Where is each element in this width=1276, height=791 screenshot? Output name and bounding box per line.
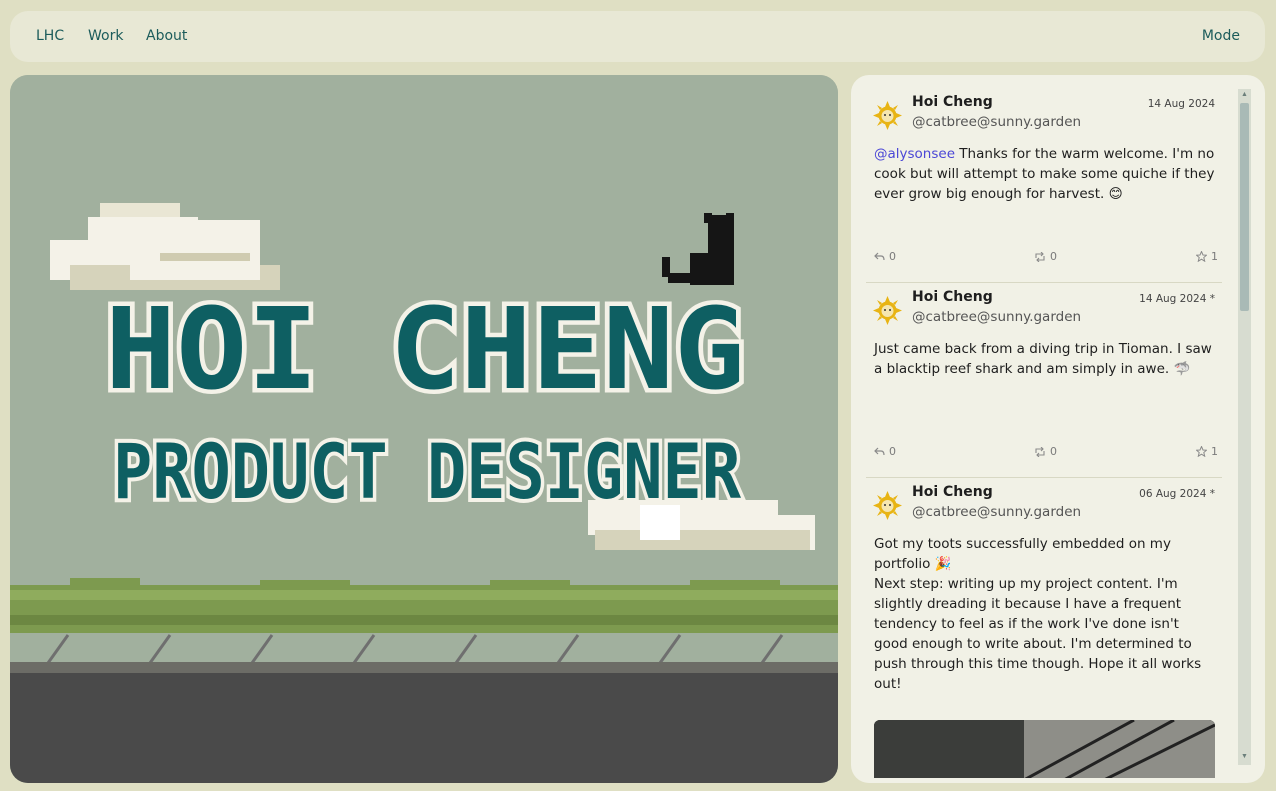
boost-count: 0 bbox=[1050, 445, 1057, 458]
top-nav: LHC Work About Mode bbox=[10, 11, 1265, 62]
mention-link[interactable]: @alysonsee bbox=[874, 146, 955, 162]
reply-count: 0 bbox=[889, 445, 896, 458]
author-name[interactable]: Hoi Cheng bbox=[912, 94, 993, 110]
reply-count: 0 bbox=[889, 250, 896, 263]
boost-count: 0 bbox=[1050, 250, 1057, 263]
favourite-button[interactable]: 1 bbox=[1196, 445, 1218, 458]
scrollbar-thumb[interactable] bbox=[1240, 103, 1249, 311]
reply-button[interactable]: 0 bbox=[874, 445, 896, 458]
hero-banner: HOI CHENG PRODUCT DESIGNER bbox=[10, 75, 838, 783]
hero-pixel-art: HOI CHENG PRODUCT DESIGNER bbox=[10, 75, 838, 783]
toot-content: Just came back from a diving trip in Tio… bbox=[874, 339, 1216, 379]
author-name[interactable]: Hoi Cheng bbox=[912, 289, 993, 305]
boost-button[interactable]: 0 bbox=[1034, 250, 1057, 263]
hero-name: HOI CHENG bbox=[105, 285, 745, 415]
toot-date[interactable]: 14 Aug 2024 * bbox=[1139, 293, 1215, 305]
author-handle[interactable]: @catbree@sunny.garden bbox=[912, 309, 1081, 325]
toot-date[interactable]: 14 Aug 2024 bbox=[1148, 98, 1215, 110]
toot-media-image[interactable] bbox=[874, 720, 1215, 778]
star-icon bbox=[1196, 251, 1207, 262]
toot-content: Got my toots successfully embedded on my… bbox=[874, 534, 1216, 694]
boost-icon bbox=[1035, 446, 1045, 457]
author-handle[interactable]: @catbree@sunny.garden bbox=[912, 114, 1081, 130]
author-handle[interactable]: @catbree@sunny.garden bbox=[912, 504, 1081, 520]
nav-work-link[interactable]: Work bbox=[88, 28, 123, 44]
favourite-button[interactable]: 1 bbox=[1196, 250, 1218, 263]
reply-icon bbox=[874, 447, 885, 456]
mode-toggle-button[interactable]: Mode bbox=[1202, 28, 1240, 44]
author-name[interactable]: Hoi Cheng bbox=[912, 484, 993, 500]
hero-role: PRODUCT DESIGNER bbox=[113, 427, 741, 516]
hedge bbox=[10, 578, 838, 633]
toot-text: Got my toots successfully embedded on my… bbox=[874, 536, 1202, 692]
reply-button[interactable]: 0 bbox=[874, 250, 896, 263]
favourite-count: 1 bbox=[1211, 445, 1218, 458]
toot-text: Just came back from a diving trip in Tio… bbox=[874, 341, 1212, 377]
feed-scroll-area[interactable]: Hoi Cheng @catbree@sunny.garden 14 Aug 2… bbox=[866, 88, 1222, 778]
scroll-up-arrow[interactable]: ▲ bbox=[1238, 89, 1251, 101]
toot-card: Hoi Cheng @catbree@sunny.garden 14 Aug 2… bbox=[866, 88, 1222, 283]
scroll-down-arrow[interactable]: ▼ bbox=[1238, 751, 1251, 763]
avatar[interactable] bbox=[873, 491, 902, 520]
reply-icon bbox=[874, 252, 885, 261]
nav-about-link[interactable]: About bbox=[146, 28, 187, 44]
avatar[interactable] bbox=[873, 101, 902, 130]
mastodon-feed: Hoi Cheng @catbree@sunny.garden 14 Aug 2… bbox=[851, 75, 1265, 783]
avatar[interactable] bbox=[873, 296, 902, 325]
toot-card: Hoi Cheng @catbree@sunny.garden 14 Aug 2… bbox=[866, 283, 1222, 478]
nav-brand-link[interactable]: LHC bbox=[36, 28, 64, 44]
favourite-count: 1 bbox=[1211, 250, 1218, 263]
road bbox=[10, 673, 838, 783]
boost-icon bbox=[1035, 251, 1045, 262]
toot-date[interactable]: 06 Aug 2024 * bbox=[1139, 488, 1215, 500]
boost-button[interactable]: 0 bbox=[1034, 445, 1057, 458]
toot-content: @alysonsee Thanks for the warm welcome. … bbox=[874, 144, 1216, 204]
star-icon bbox=[1196, 446, 1207, 457]
